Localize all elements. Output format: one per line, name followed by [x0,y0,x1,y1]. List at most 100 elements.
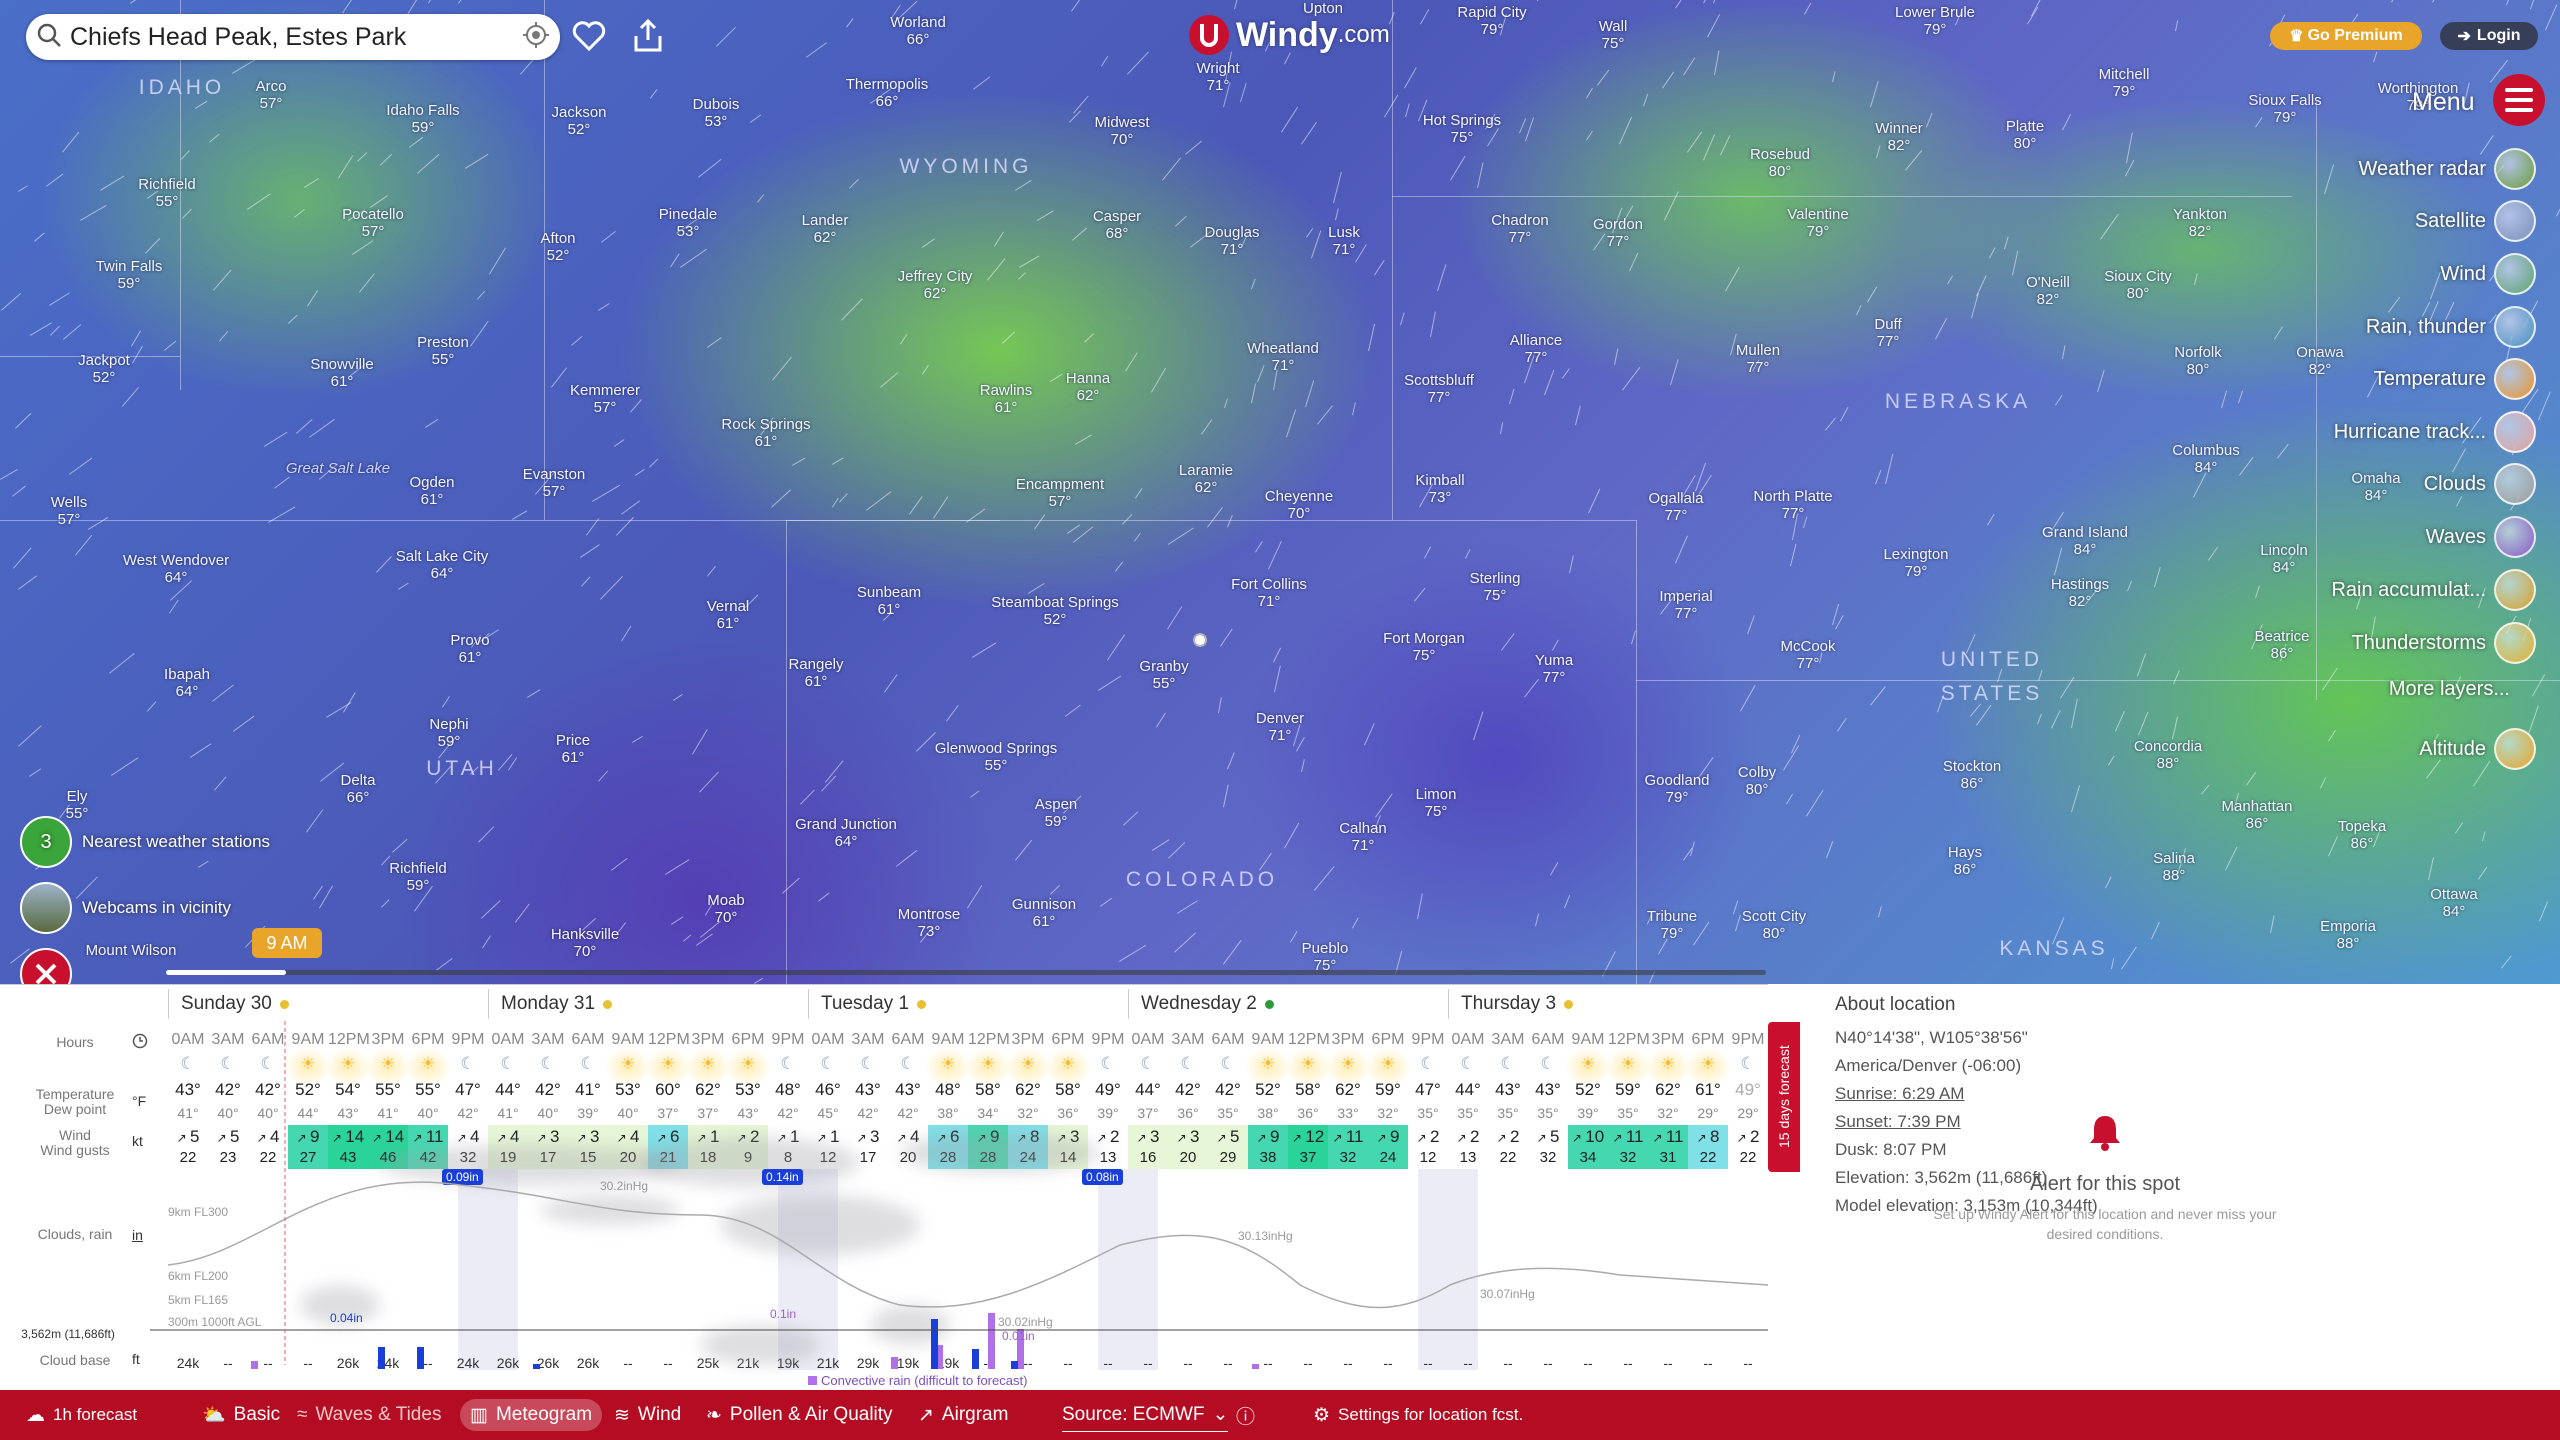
city-label[interactable]: Onawa 82° [2296,344,2344,378]
go-premium-button[interactable]: ♛ Go Premium [2270,22,2422,50]
share-icon[interactable] [628,16,668,56]
city-label[interactable]: Tribune 79° [1647,908,1697,942]
layer-wind[interactable]: Wind [2440,251,2536,297]
city-label[interactable]: Columbus 84° [2172,442,2240,476]
day-header[interactable]: Tuesday 1 [808,989,1128,1019]
cloudbase-unit[interactable]: ft [132,1351,140,1367]
info-icon[interactable]: ⓘ [1236,1390,1255,1440]
city-label[interactable]: Worland 66° [890,14,946,48]
city-label[interactable]: Ottawa 84° [2430,886,2478,920]
city-label[interactable]: Hanna 62° [1066,370,1110,404]
city-label[interactable]: Calhan 71° [1339,820,1387,854]
city-label[interactable]: Alliance 77° [1510,332,1563,366]
nearest-stations-button[interactable]: 3 Nearest weather stations [20,816,270,868]
city-label[interactable]: Delta 66° [340,772,375,806]
city-label[interactable]: Jackpot 52° [78,352,130,386]
sunrise[interactable]: Sunrise: 6:29 AM [1835,1084,1964,1104]
favorite-heart-icon[interactable] [569,16,609,56]
city-label[interactable]: Imperial 77° [1659,588,1712,622]
city-label[interactable]: Ogallala 77° [1648,490,1703,524]
layer-clouds[interactable]: Clouds [2424,461,2536,507]
city-label[interactable]: Snowville 61° [310,356,373,390]
selected-location-marker[interactable] [1193,633,1207,647]
pollen-air-quality-tab[interactable]: ❧ Pollen & Air Quality [706,1390,893,1440]
city-label[interactable]: Pueblo 75° [1302,940,1349,974]
city-label[interactable]: Wall 75° [1599,18,1628,52]
city-label[interactable]: Scott City 80° [1742,908,1806,942]
15-days-forecast-tab[interactable]: 15 days forecast [1768,1022,1800,1172]
city-label[interactable]: Provo 61° [450,632,489,666]
temperature-unit[interactable]: °F [132,1093,146,1109]
basic-tab[interactable]: ⛅ Basic [202,1390,280,1440]
waves-tides-tab[interactable]: ≈ Waves & Tides [297,1390,441,1440]
city-label[interactable]: Yankton 82° [2173,206,2227,240]
city-label[interactable]: Beatrice 86° [2254,628,2309,662]
city-label[interactable]: Aspen 59° [1035,796,1078,830]
city-label[interactable]: Pinedale 53° [659,206,717,240]
city-label[interactable]: Pocatello 57° [342,206,404,240]
locate-icon[interactable] [522,21,550,54]
rain-unit[interactable]: in [132,1227,143,1243]
meteogram-tab[interactable]: ▥ Meteogram [460,1399,603,1431]
search-input[interactable]: Chiefs Head Peak, Estes Park [70,23,522,52]
layer-altitude[interactable]: Altitude [2419,726,2536,772]
city-label[interactable]: Omaha 84° [2351,470,2400,504]
city-label[interactable]: Chadron 77° [1491,212,1549,246]
layer-hurricane-track[interactable]: Hurricane track... [2334,409,2536,455]
alert-for-spot[interactable]: Alert for this spot Set up Windy Alert f… [1930,1112,2280,1244]
login-button[interactable]: ➔ Login [2440,22,2538,50]
layer-satellite[interactable]: Satellite [2415,198,2536,244]
city-label[interactable]: Ogden 61° [409,474,454,508]
city-label[interactable]: Salt Lake City 64° [396,548,489,582]
city-label[interactable]: Lower Brule 79° [1895,4,1975,38]
city-label[interactable]: Sioux City 80° [2104,268,2172,302]
city-label[interactable]: Price 61° [556,732,590,766]
city-label[interactable]: Nephi 59° [429,716,468,750]
city-label[interactable]: Lexington 79° [1883,546,1948,580]
timeline-time-badge[interactable]: 9 AM [252,928,322,958]
city-label[interactable]: Hot Springs 75° [1423,112,1501,146]
location-settings-button[interactable]: ⚙ Settings for location fcst. [1313,1390,1523,1440]
city-label[interactable]: Rosebud 80° [1750,146,1810,180]
city-label[interactable]: Preston 55° [417,334,469,368]
windy-logo[interactable]: Windy .com [1188,14,1390,56]
airgram-tab[interactable]: ↗ Airgram [918,1390,1008,1440]
day-header[interactable]: Sunday 30 [168,989,488,1019]
city-label[interactable]: Cheyenne 70° [1265,488,1333,522]
city-label[interactable]: Afton 52° [540,230,575,264]
city-label[interactable]: Hanksville 70° [551,926,619,960]
city-label[interactable]: Mitchell 79° [2099,66,2150,100]
city-label[interactable]: Kemmerer 57° [570,382,640,416]
city-label[interactable]: Arco 57° [256,78,287,112]
city-label[interactable]: Richfield 59° [389,860,447,894]
city-label[interactable]: Laramie 62° [1179,462,1233,496]
city-label[interactable]: Topeka 86° [2338,818,2386,852]
day-header[interactable]: Wednesday 2 [1128,989,1448,1019]
webcams-button[interactable]: Webcams in vicinity [20,882,231,934]
day-header[interactable]: Monday 31 [488,989,808,1019]
city-label[interactable]: Valentine 79° [1787,206,1848,240]
city-label[interactable]: Hastings 82° [2051,576,2109,610]
city-label[interactable]: Midwest 70° [1094,114,1149,148]
city-label[interactable]: Colby 80° [1738,764,1776,798]
layer-thunderstorms[interactable]: Thunderstorms [2352,620,2536,666]
city-label[interactable]: Denver 71° [1256,710,1304,744]
more-layers-link[interactable]: More layers... [2389,678,2510,701]
city-label[interactable]: Lusk 71° [1328,224,1360,258]
city-label[interactable]: Jackson 52° [551,104,606,138]
city-label[interactable]: Glenwood Springs 55° [935,740,1058,774]
city-label[interactable]: Yuma 77° [1535,652,1573,686]
city-label[interactable]: Fort Collins 71° [1231,576,1307,610]
layer-rain-thunder[interactable]: Rain, thunder [2366,304,2536,350]
city-label[interactable]: Kimball 73° [1415,472,1464,506]
city-label[interactable]: Lincoln 84° [2260,542,2308,576]
city-label[interactable]: McCook 77° [1780,638,1835,672]
city-label[interactable]: Casper 68° [1093,208,1141,242]
city-label[interactable]: Rawlins 61° [980,382,1033,416]
city-label[interactable]: Grand Island 84° [2042,524,2128,558]
city-label[interactable]: West Wendover 64° [123,552,229,586]
map[interactable]: IDAHO WYOMING NEBRASKA UTAH COLORADO UNITED ST… [0,0,2560,984]
city-label[interactable]: Grand Junction 64° [795,816,897,850]
city-label[interactable]: Thermopolis 66° [846,76,929,110]
1h-forecast-button[interactable]: ☁ 1h forecast [26,1390,137,1440]
